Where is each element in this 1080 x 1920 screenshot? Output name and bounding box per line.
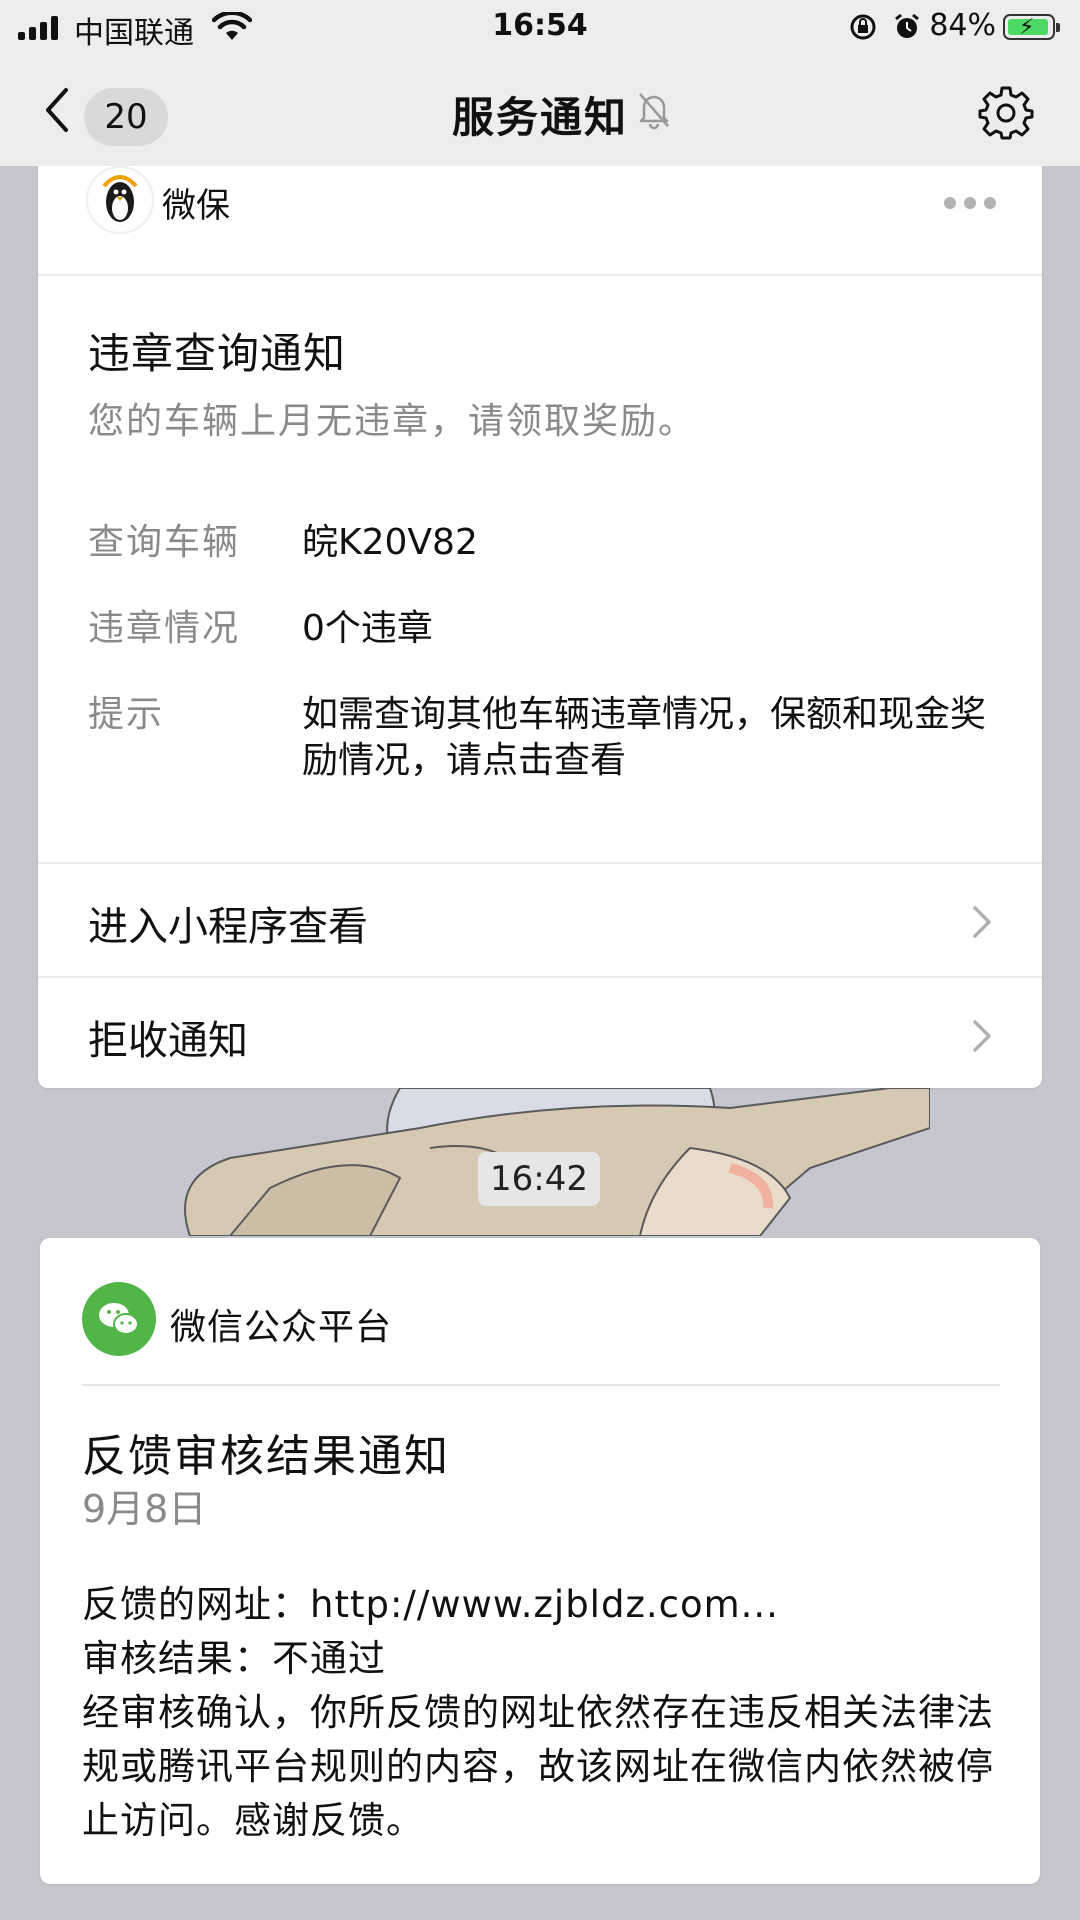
status-bar: 中国联通 16:54 84% ⚡ xyxy=(0,0,1080,54)
open-miniprogram-button[interactable]: 进入小程序查看 xyxy=(38,862,1042,976)
divider xyxy=(82,1384,1000,1386)
field-key: 提示 xyxy=(88,694,165,735)
notice-source-name: 微信公众平台 xyxy=(170,1307,393,1348)
notice-subtitle: 您的车辆上月无违章，请领取奖励。 xyxy=(88,401,697,442)
body-line: 经审核确认，你所反馈的网址依然存在违反相关法律法规或腾讯平台规则的内容，故该网址… xyxy=(82,1691,994,1842)
field-key: 查询车辆 xyxy=(88,522,241,563)
mute-bell-icon xyxy=(639,93,669,130)
body-line: 审核结果：不通过 xyxy=(82,1637,386,1680)
body-line: 反馈的网址：http://www.zjbldz.com... xyxy=(82,1583,779,1626)
page-title: 服务通知 xyxy=(451,93,628,142)
battery-percent: 84% xyxy=(929,8,996,43)
chevron-right-icon xyxy=(973,906,991,938)
notice-body: 反馈的网址：http://www.zjbldz.com... 审核结果：不通过 … xyxy=(82,1578,1012,1848)
notice-date: 9月8日 xyxy=(82,1487,207,1531)
reject-notice-button[interactable]: 拒收通知 xyxy=(38,976,1042,1090)
rotation-lock-icon xyxy=(850,14,876,40)
notice-card-violation[interactable]: 微保 违章查询通知 您的车辆上月无违章，请领取奖励。 查询车辆 皖K20V82 … xyxy=(38,140,1042,1088)
alarm-icon xyxy=(895,13,919,38)
field-key: 违章情况 xyxy=(88,608,241,649)
battery-icon: ⚡ xyxy=(1003,14,1060,40)
top-bar: 中国联通 16:54 84% ⚡ 20 服务通知 xyxy=(0,0,1080,166)
field-value: 0个违章 xyxy=(302,608,433,649)
notice-title: 违章查询通知 xyxy=(88,329,347,378)
message-timestamp: 16:42 xyxy=(478,1152,600,1206)
settings-gear-icon[interactable] xyxy=(978,84,1034,140)
more-options-icon[interactable] xyxy=(936,194,996,213)
field-value: 皖K20V82 xyxy=(302,522,478,563)
notice-source-name: 微保 xyxy=(162,186,230,226)
field-value: 如需查询其他车辆违章情况，保额和现金奖励情况，请点击查看 xyxy=(302,694,987,781)
weibao-logo-icon xyxy=(86,166,154,234)
action-label: 进入小程序查看 xyxy=(88,904,368,950)
action-label: 拒收通知 xyxy=(88,1018,248,1064)
nav-bar: 20 服务通知 xyxy=(0,54,1080,166)
notice-title: 反馈审核结果通知 xyxy=(82,1431,450,1482)
wechat-logo-icon xyxy=(82,1282,156,1356)
notice-card-feedback[interactable]: 微信公众平台 反馈审核结果通知 9月8日 反馈的网址：http://www.zj… xyxy=(40,1238,1040,1884)
chevron-right-icon xyxy=(973,1020,991,1052)
